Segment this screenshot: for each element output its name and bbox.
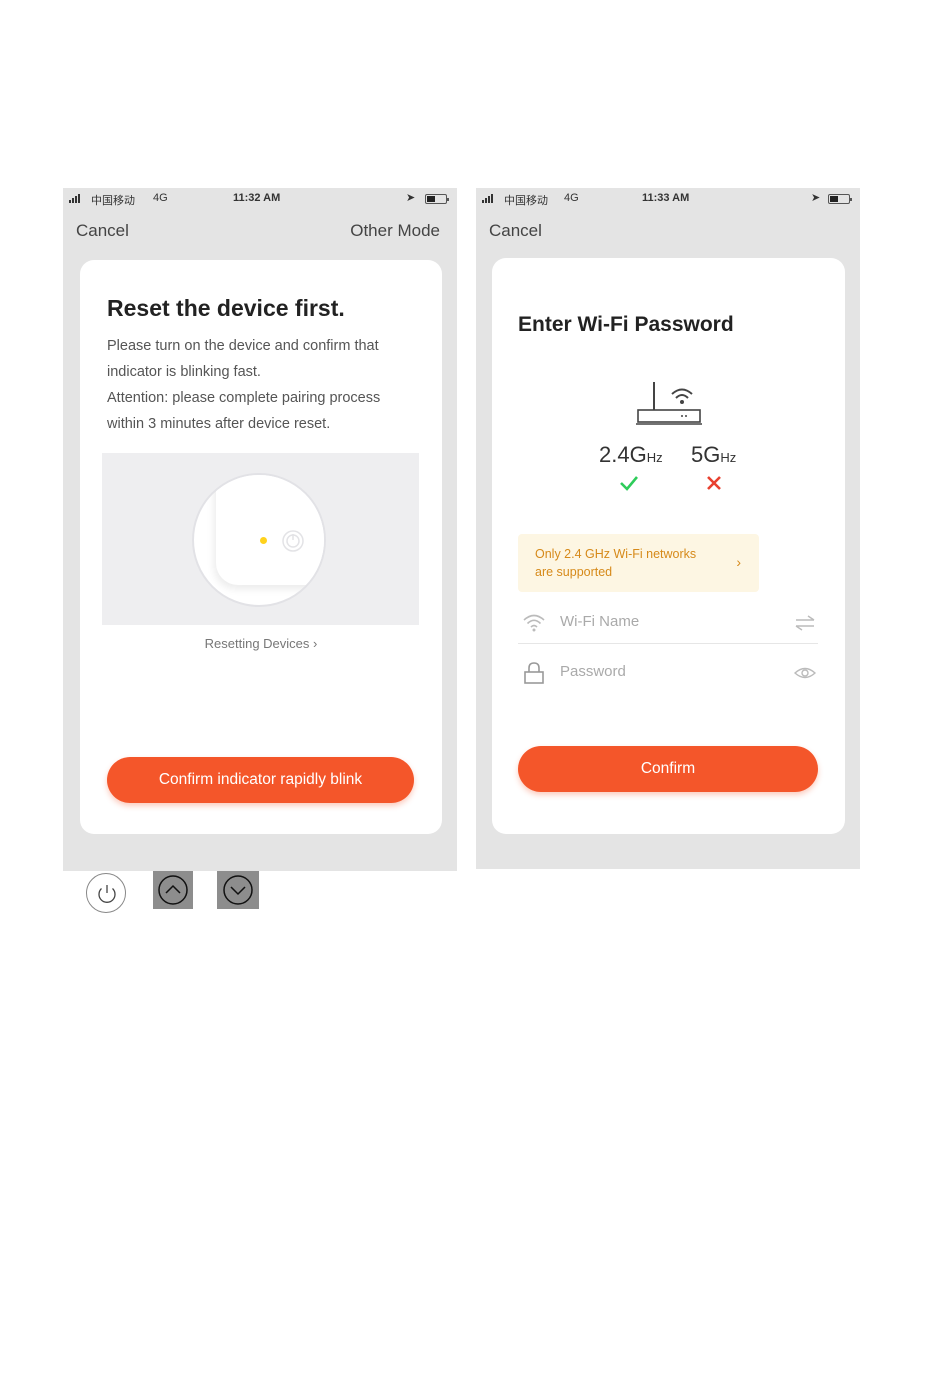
- device-power-icon: [282, 530, 304, 552]
- cancel-button[interactable]: Cancel: [76, 221, 129, 241]
- check-icon: [620, 476, 638, 491]
- signal-icon: [482, 194, 493, 203]
- lock-icon: [524, 662, 544, 684]
- indicator-light: [260, 537, 267, 544]
- wifi-card: Enter Wi-Fi Password 2.4GHz 5GHz Only 2.…: [492, 258, 845, 834]
- page-title: Reset the device first.: [107, 295, 345, 321]
- band-notice[interactable]: Only 2.4 GHz Wi-Fi networks are supporte…: [518, 534, 759, 592]
- status-time: 11:32 AM: [233, 192, 281, 204]
- band-5ghz-label: 5GHz: [691, 442, 737, 467]
- cross-icon: [707, 476, 721, 490]
- notice-line: are supported: [535, 565, 613, 579]
- password-input[interactable]: [560, 663, 770, 680]
- chevron-up-icon: [153, 871, 193, 909]
- network-type: 4G: [153, 192, 168, 204]
- location-arrow-icon: ➤: [406, 192, 416, 204]
- switch-network-icon[interactable]: [794, 614, 816, 632]
- chevron-right-icon: ›: [736, 554, 741, 570]
- status-time: 11:33 AM: [642, 192, 690, 204]
- status-bar: 中国移动 4G 11:32 AM ➤: [63, 188, 457, 210]
- password-field: [518, 652, 818, 694]
- confirm-button[interactable]: Confirm: [518, 746, 818, 792]
- battery-icon: [828, 194, 852, 204]
- other-mode-button[interactable]: Other Mode: [350, 221, 440, 241]
- wifi-name-input[interactable]: [560, 613, 770, 630]
- carrier-label: 中国移动: [91, 195, 135, 207]
- eye-icon[interactable]: [794, 664, 816, 682]
- status-bar: 中国移动 4G 11:33 AM ➤: [476, 188, 860, 210]
- instruction-line: Please turn on the device and confirm th…: [107, 338, 379, 354]
- field-divider: [518, 643, 818, 644]
- location-arrow-icon: ➤: [811, 192, 821, 204]
- wifi-icon: [523, 614, 545, 632]
- resetting-devices-link[interactable]: Resetting Devices ›: [80, 636, 442, 651]
- page-title: Enter Wi-Fi Password: [518, 313, 734, 336]
- band-24ghz-label: 2.4GHz: [599, 442, 663, 467]
- reset-device-screen: 中国移动 4G 11:32 AM ➤ Cancel Other Mode Res…: [63, 188, 457, 871]
- wifi-password-screen: 中国移动 4G 11:33 AM ➤ Cancel Enter Wi-Fi Pa…: [476, 188, 860, 869]
- chevron-down-icon: [217, 871, 259, 909]
- confirm-blink-button[interactable]: Confirm indicator rapidly blink: [107, 757, 414, 803]
- device-zoom-circle: [192, 473, 326, 607]
- reset-card: Reset the device first. Please turn on t…: [80, 260, 442, 834]
- notice-line: Only 2.4 GHz Wi-Fi networks: [535, 547, 697, 561]
- device-illustration: [102, 453, 419, 625]
- attention-line: Attention: please complete pairing proce…: [107, 390, 381, 406]
- battery-icon: [425, 194, 449, 204]
- device-body: [216, 475, 324, 585]
- network-type: 4G: [564, 192, 579, 204]
- instruction-line: indicator is blinking fast.: [107, 364, 261, 380]
- attention-line: within 3 minutes after device reset.: [107, 416, 331, 432]
- power-icon: [86, 873, 126, 913]
- wifi-name-field: [518, 602, 818, 644]
- carrier-label: 中国移动: [504, 195, 548, 207]
- router-icon: [636, 382, 702, 425]
- signal-icon: [69, 194, 80, 203]
- cancel-button[interactable]: Cancel: [489, 221, 542, 241]
